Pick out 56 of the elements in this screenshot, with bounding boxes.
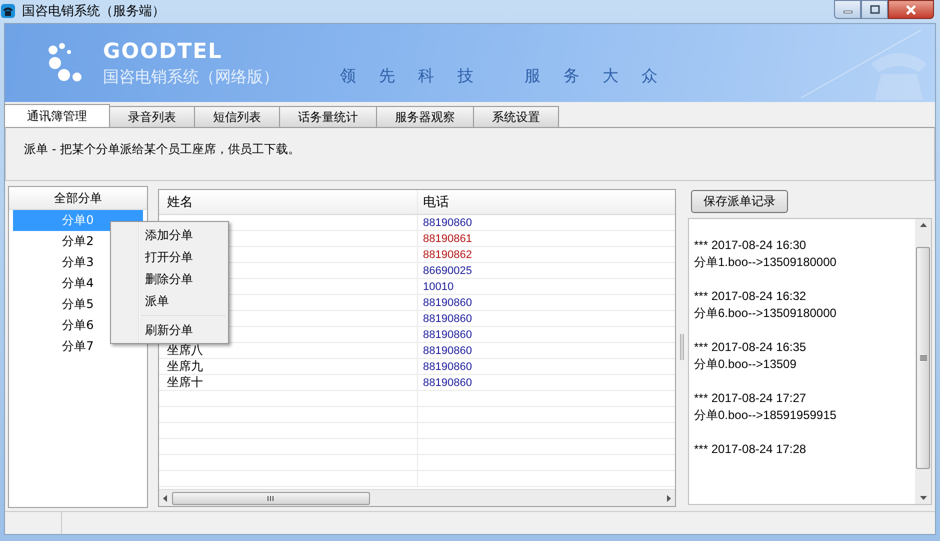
scroll-down-icon[interactable] <box>920 495 926 500</box>
table-cell-text: 88190861 <box>422 232 473 246</box>
logo-text: GOODTEL <box>103 38 224 62</box>
scrollbar-thumb[interactable] <box>172 492 370 504</box>
scroll-right-icon[interactable] <box>666 494 671 502</box>
splitter-grip-icon[interactable] <box>680 334 684 360</box>
tab[interactable]: 短信列表 <box>194 106 280 127</box>
table-cell-text: 10010 <box>422 280 455 294</box>
close-button[interactable] <box>888 0 934 19</box>
close-icon <box>905 4 917 14</box>
menu-item[interactable]: 派单 <box>113 290 226 312</box>
tab[interactable]: 系统设置 <box>473 106 559 127</box>
phone-icon <box>0 3 16 19</box>
tab[interactable]: 录音列表 <box>109 106 195 127</box>
log-entry: 分单0.boo-->18591959915 <box>694 407 838 424</box>
table-cell: 坐席九 <box>159 359 418 374</box>
horizontal-scrollbar[interactable] <box>159 489 675 506</box>
log-timestamp: *** 2017-08-24 17:28 <box>694 441 808 458</box>
scroll-left-icon[interactable] <box>163 494 168 502</box>
maximize-button[interactable] <box>861 0 888 19</box>
scroll-up-icon[interactable] <box>920 223 926 228</box>
table-cell-text: 88190860 <box>422 328 473 342</box>
maximize-icon <box>870 5 880 14</box>
table-cell-text: 88190860 <box>422 216 473 230</box>
table-cell-text: 88190860 <box>422 312 473 326</box>
menu-item[interactable]: 打开分单 <box>113 246 226 268</box>
slogan-text: 领 先 科 技 <box>340 66 482 87</box>
tab[interactable]: 服务器观察 <box>376 106 474 127</box>
table-cell: 坐席十 <box>159 375 418 390</box>
column-header[interactable]: 电话 <box>418 190 675 214</box>
slogan-text: 服 务 大 众 <box>524 66 667 87</box>
product-subtitle: 国咨电销系统（网络版） <box>103 66 279 88</box>
table-cell-text: 88190860 <box>422 360 473 374</box>
grip-icon <box>920 354 926 360</box>
log-entry: 分单6.boo-->13509180000 <box>694 305 838 322</box>
table-cell-text: 88190862 <box>422 248 473 262</box>
log-entry: 分单0.boo-->13509 <box>694 356 798 373</box>
save-button[interactable]: 保存派单记录 <box>691 190 788 213</box>
table-cell-text: 88190860 <box>422 376 473 390</box>
log-entry: 分单1.boo-->13509180000 <box>694 254 838 271</box>
log-timestamp: *** 2017-08-24 16:30 <box>694 237 808 254</box>
scrollbar-thumb[interactable] <box>916 246 930 468</box>
log-timestamp: *** 2017-08-24 17:27 <box>694 390 808 407</box>
tab[interactable]: 话务量统计 <box>279 106 377 127</box>
table-cell-text: 88190860 <box>422 344 473 358</box>
log-timestamp: *** 2017-08-24 16:32 <box>694 288 808 305</box>
column-header[interactable]: 姓名 <box>159 190 418 214</box>
grip-icon <box>267 496 275 500</box>
description-text: 派单 - 把某个分单派给某个员工座席，供员工下载。 <box>24 140 300 158</box>
table-cell-text: 88190860 <box>422 296 473 310</box>
window-title: 国咨电销系统（服务端） <box>22 3 165 20</box>
menu-item[interactable]: 删除分单 <box>113 268 226 290</box>
vertical-scrollbar[interactable] <box>915 219 931 504</box>
table-cell-text: 86690025 <box>422 264 473 278</box>
log-timestamp: *** 2017-08-24 16:35 <box>694 339 808 356</box>
tab[interactable]: 通讯簿管理 <box>4 104 110 127</box>
